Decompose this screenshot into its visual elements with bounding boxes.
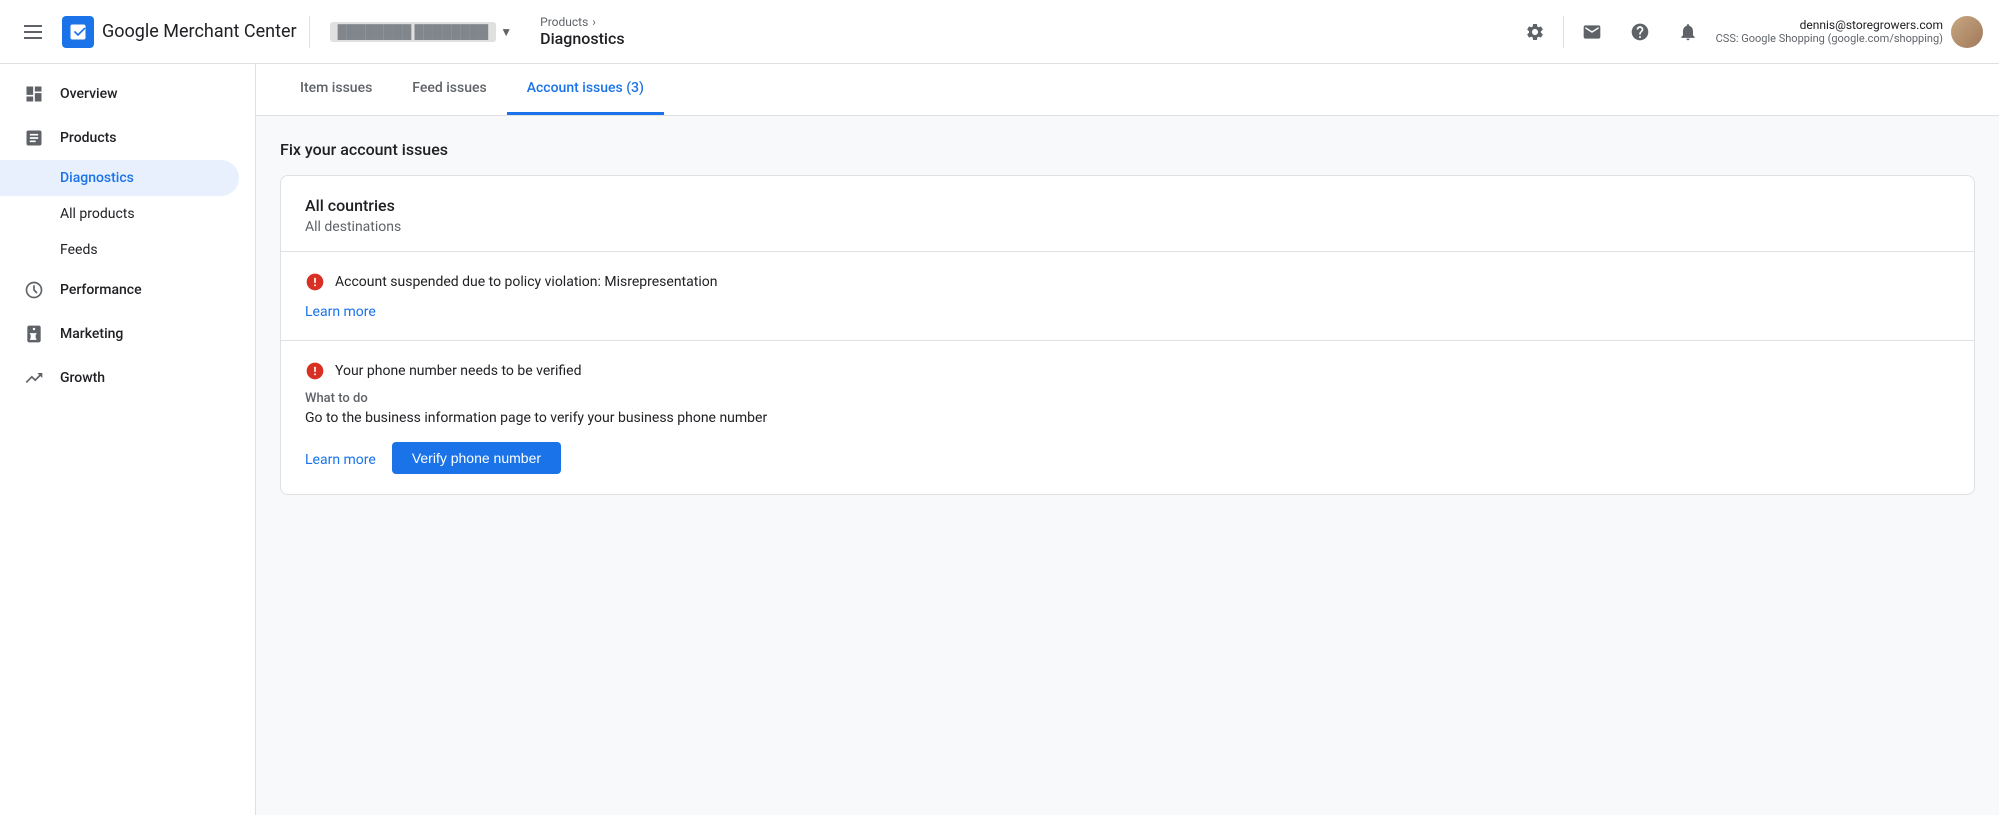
tab-feed-issues[interactable]: Feed issues: [392, 64, 506, 115]
products-icon: [24, 128, 44, 148]
header: Google Merchant Center ████████ ████████…: [0, 0, 1999, 64]
issue-1-header: Account suspended due to policy violatio…: [305, 272, 1950, 292]
hamburger-menu-button[interactable]: [16, 17, 50, 47]
sidebar-subitem-feeds[interactable]: Feeds: [0, 232, 239, 268]
overview-icon: [24, 84, 44, 104]
avatar: [1951, 16, 1983, 48]
avatar-image: [1951, 16, 1983, 48]
settings-button[interactable]: [1515, 12, 1555, 52]
tab-account-issues-label: Account issues (3): [527, 80, 644, 96]
account-name: ████████ ████████: [330, 22, 497, 42]
card-country: All countries: [305, 196, 1950, 215]
issue-2-learn-more-link[interactable]: Learn more: [305, 452, 376, 468]
user-css: CSS: Google Shopping (google.com/shoppin…: [1716, 32, 1943, 45]
error-icon-1: [305, 272, 325, 292]
tab-item-issues[interactable]: Item issues: [280, 64, 392, 115]
logo-icon: [62, 16, 94, 48]
logo-area: Google Merchant Center: [62, 16, 297, 48]
gear-icon: [1525, 22, 1545, 42]
issue-item-2: Your phone number needs to be verified W…: [281, 341, 1974, 494]
account-issues-card: All countries All destinations Account s…: [280, 175, 1975, 495]
issue-2-action-row: Learn more Verify phone number: [305, 442, 1950, 474]
logo-text: Google Merchant Center: [102, 21, 297, 42]
chevron-down-icon: ▼: [500, 25, 512, 39]
issue-1-title: Account suspended due to policy violatio…: [335, 274, 717, 290]
issue-item-1: Account suspended due to policy violatio…: [281, 252, 1974, 341]
tab-feed-issues-label: Feed issues: [412, 80, 486, 96]
sidebar-item-growth-label: Growth: [60, 370, 105, 386]
content-area: Fix your account issues All countries Al…: [256, 116, 1999, 519]
breadcrumb: Products ›: [540, 15, 624, 29]
sidebar-item-overview-label: Overview: [60, 86, 117, 102]
breadcrumb-parent: Products: [540, 15, 588, 29]
merchant-center-icon: [68, 22, 88, 42]
header-left: Google Merchant Center ████████ ████████…: [16, 15, 625, 48]
mail-button[interactable]: [1572, 12, 1612, 52]
sidebar-item-growth[interactable]: Growth: [0, 356, 239, 400]
header-right: dennis@storegrowers.com CSS: Google Shop…: [1515, 12, 1983, 52]
breadcrumb-current: Diagnostics: [540, 29, 624, 48]
header-divider-2: [1563, 16, 1564, 48]
sidebar-item-marketing[interactable]: Marketing: [0, 312, 239, 356]
main-content: Item issues Feed issues Account issues (…: [256, 64, 1999, 815]
layout: Overview Products Diagnostics All produc…: [0, 64, 1999, 815]
issue-1-learn-more-link[interactable]: Learn more: [305, 304, 376, 320]
sidebar-item-marketing-label: Marketing: [60, 326, 123, 342]
issue-2-title: Your phone number needs to be verified: [335, 363, 581, 379]
sidebar: Overview Products Diagnostics All produc…: [0, 64, 256, 815]
user-text: dennis@storegrowers.com CSS: Google Shop…: [1716, 18, 1943, 45]
sidebar-item-products-label: Products: [60, 130, 117, 146]
marketing-icon: [24, 324, 44, 344]
sidebar-subitem-diagnostics-label: Diagnostics: [60, 170, 134, 186]
sidebar-item-performance[interactable]: Performance: [0, 268, 239, 312]
account-selector[interactable]: ████████ ████████ ▼: [322, 18, 520, 46]
sidebar-subitem-diagnostics[interactable]: Diagnostics: [0, 160, 239, 196]
sidebar-item-products[interactable]: Products: [0, 116, 239, 160]
notification-button[interactable]: [1668, 12, 1708, 52]
card-destinations: All destinations: [305, 219, 1950, 235]
user-info[interactable]: dennis@storegrowers.com CSS: Google Shop…: [1716, 16, 1983, 48]
tab-item-issues-label: Item issues: [300, 80, 372, 96]
mail-icon: [1582, 22, 1602, 42]
growth-icon: [24, 368, 44, 388]
sidebar-item-overview[interactable]: Overview: [0, 72, 239, 116]
issue-2-header: Your phone number needs to be verified: [305, 361, 1950, 381]
help-button[interactable]: [1620, 12, 1660, 52]
sidebar-subitem-all-products-label: All products: [60, 206, 135, 222]
breadcrumb-arrow: ›: [592, 15, 596, 29]
tab-account-issues[interactable]: Account issues (3): [507, 64, 664, 115]
performance-icon: [24, 280, 44, 300]
verify-phone-number-button[interactable]: Verify phone number: [392, 442, 561, 474]
help-icon: [1630, 22, 1650, 42]
sidebar-item-performance-label: Performance: [60, 282, 142, 298]
what-to-do-desc: Go to the business information page to v…: [305, 410, 1950, 426]
bell-icon: [1678, 22, 1698, 42]
header-divider: [309, 16, 310, 48]
sidebar-subitem-feeds-label: Feeds: [60, 242, 98, 258]
card-header: All countries All destinations: [281, 176, 1974, 252]
sidebar-subitem-all-products[interactable]: All products: [0, 196, 239, 232]
user-email: dennis@storegrowers.com: [1716, 18, 1943, 32]
error-icon-2: [305, 361, 325, 381]
breadcrumb-area: Products › Diagnostics: [540, 15, 624, 48]
section-title: Fix your account issues: [280, 140, 1975, 159]
tabs-bar: Item issues Feed issues Account issues (…: [256, 64, 1999, 116]
what-to-do-label: What to do: [305, 391, 1950, 406]
